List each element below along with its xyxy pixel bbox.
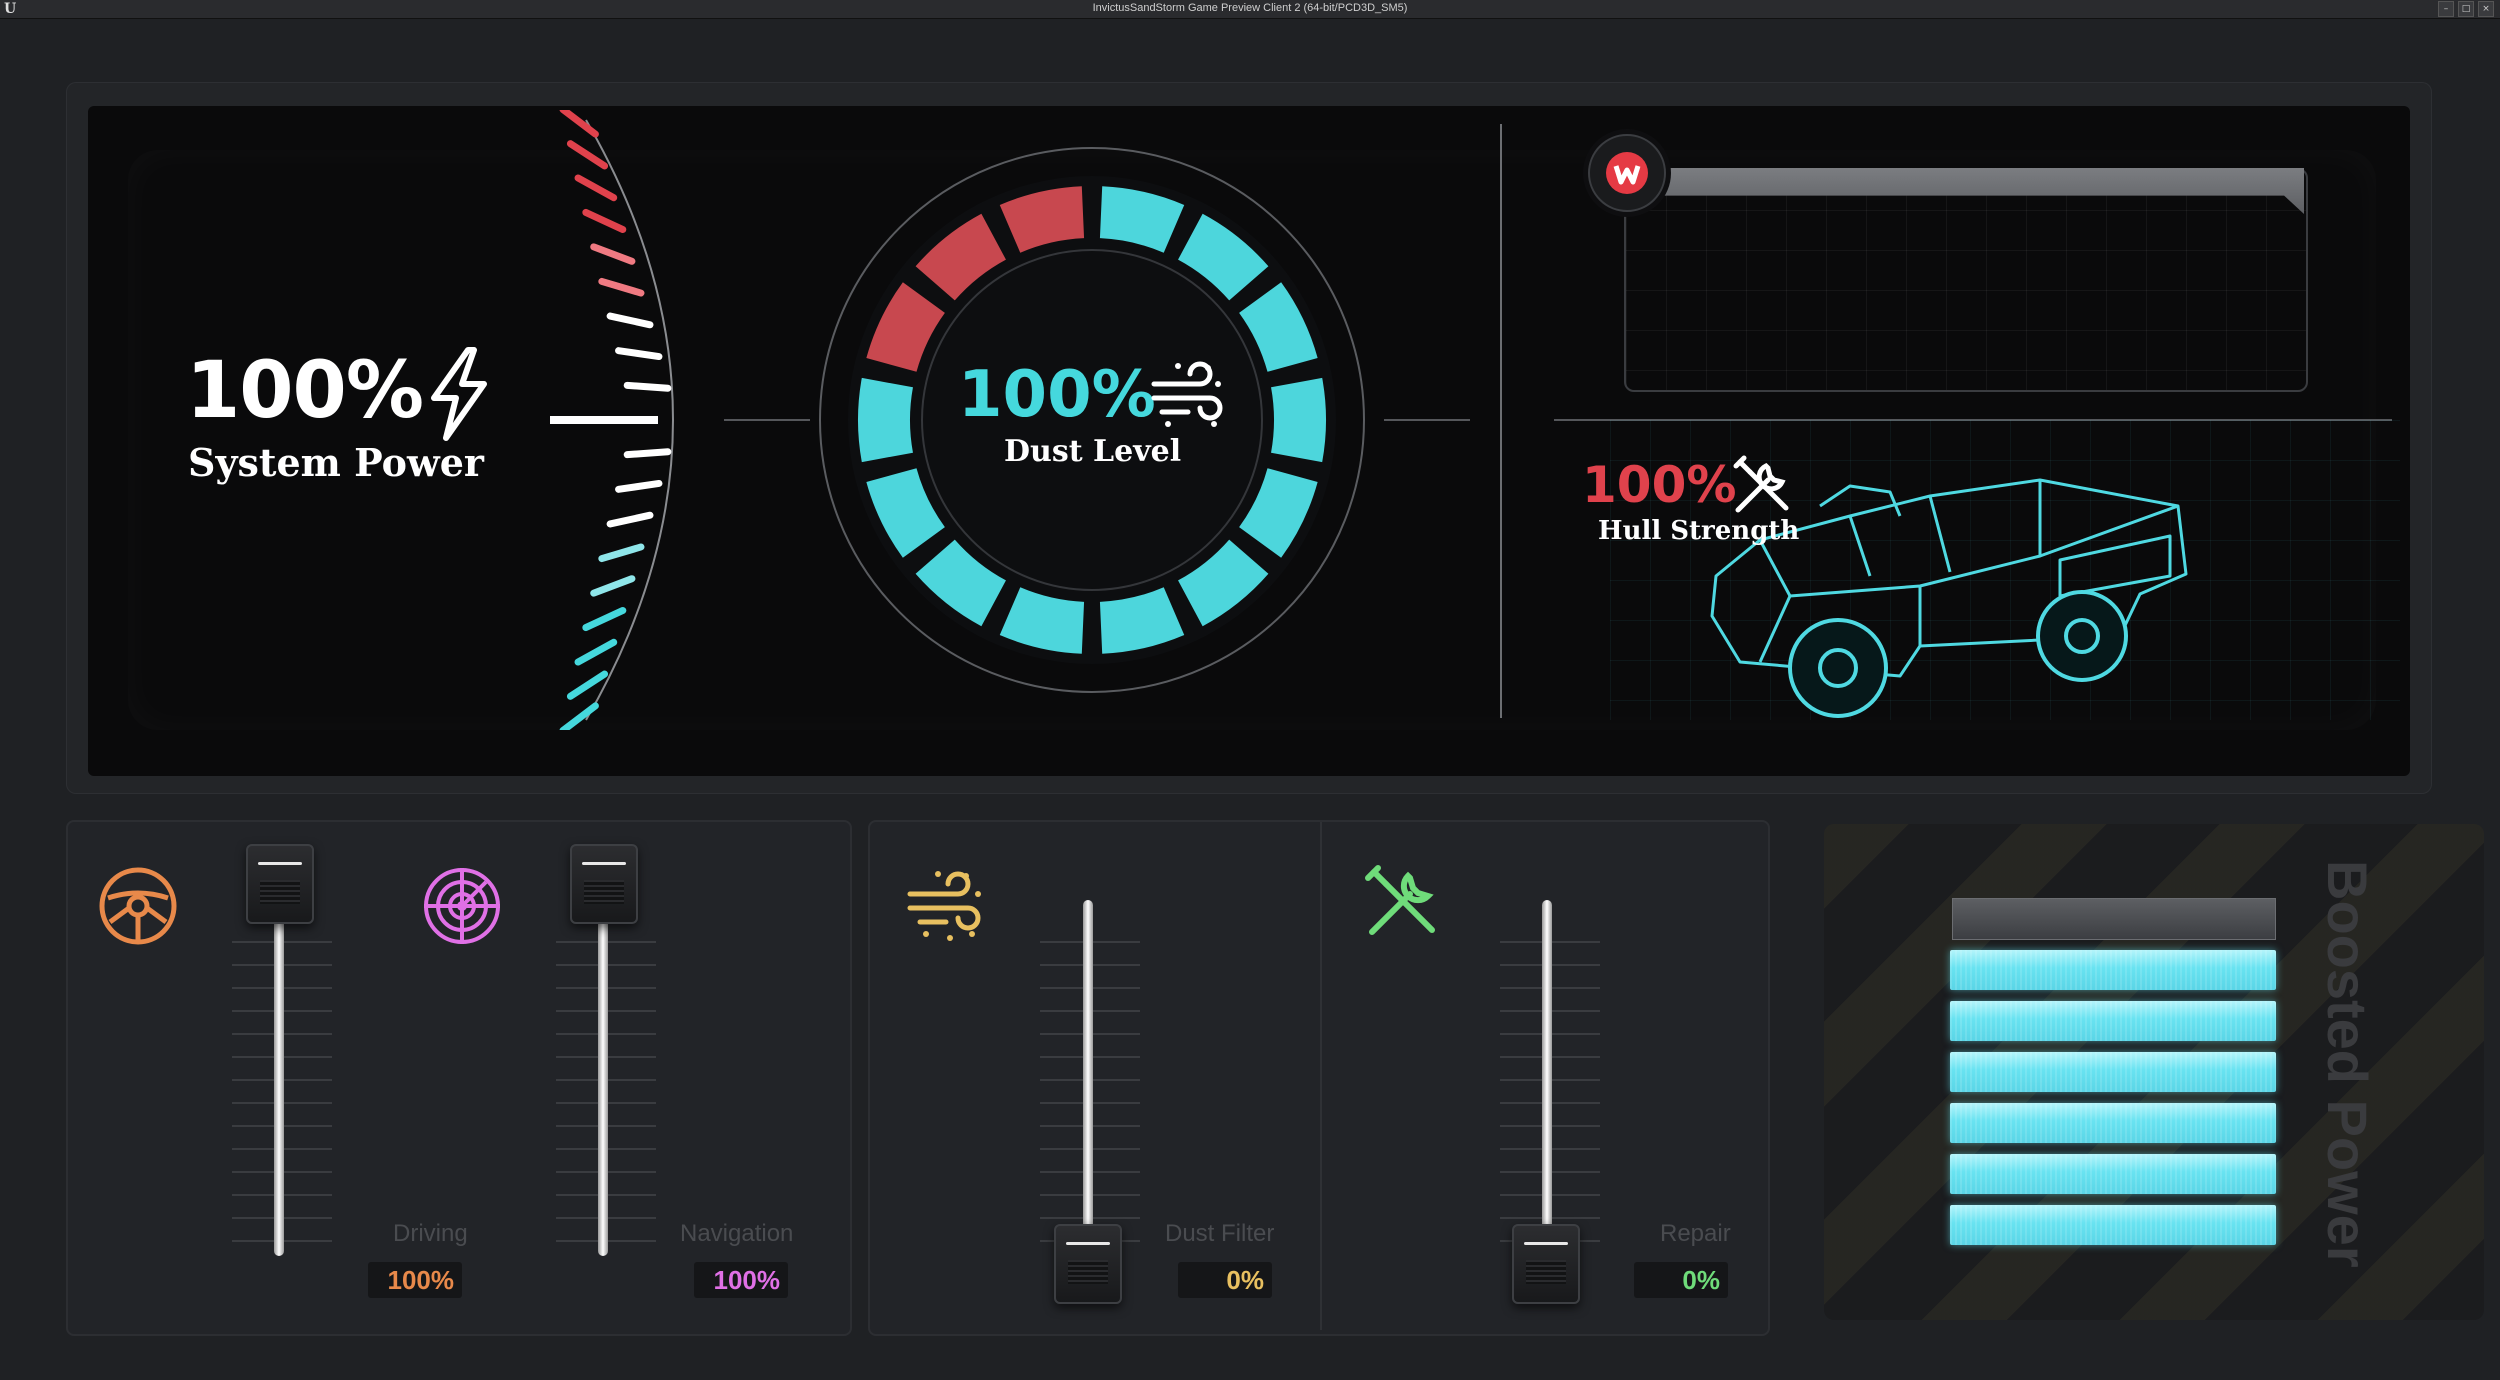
wrench-screwdriver-icon — [1730, 454, 1794, 522]
wind-dust-icon — [904, 860, 988, 948]
driving-value: 100% — [368, 1262, 462, 1298]
gauge-tick — [623, 448, 672, 459]
divider-vertical — [1500, 124, 1502, 718]
gauge-tick — [566, 670, 609, 700]
gauge-tick — [574, 638, 618, 666]
driving-label: Driving — [393, 1220, 468, 1247]
gauge-tick — [615, 347, 663, 361]
system-power-value: 100% — [186, 346, 424, 436]
gauge-tick — [574, 174, 618, 202]
dust-ring-segment — [858, 377, 913, 463]
gauge-tick — [606, 511, 654, 528]
navigation-label: Navigation — [680, 1220, 794, 1247]
brand-w-logo-icon — [1606, 152, 1648, 194]
system-power-label: System Power — [188, 440, 484, 485]
lightning-bolt-icon — [424, 346, 494, 446]
hull-strength-value: 100% — [1582, 456, 1737, 514]
maximize-button[interactable]: □ — [2458, 1, 2474, 17]
dust-filter-value: 0% — [1178, 1262, 1272, 1298]
driving-knob[interactable] — [246, 844, 314, 924]
window-titlebar: U InvictusSandStorm Game Preview Client … — [0, 0, 2500, 19]
divider-left — [724, 419, 810, 421]
system-power-gauge — [550, 110, 674, 730]
navigation-track — [598, 900, 608, 1256]
navigation-knob[interactable] — [570, 844, 638, 924]
boost-segment-empty — [1952, 898, 2276, 940]
boost-segment-filled — [1950, 1001, 2276, 1041]
gauge-tick — [559, 702, 599, 730]
repair-value: 0% — [1634, 1262, 1728, 1298]
window-title: InvictusSandStorm Game Preview Client 2 … — [1092, 2, 1408, 14]
boost-segment-filled — [1950, 1154, 2276, 1194]
boost-segment-filled — [1950, 1052, 2276, 1092]
boosted-power-title: Boosted Power — [2316, 860, 2379, 1268]
dust-filter-track — [1083, 900, 1093, 1256]
gauge-tick — [590, 575, 636, 597]
info-screen — [1624, 168, 2308, 392]
navigation-value: 100% — [694, 1262, 788, 1298]
dust-level-label: Dust Level — [1004, 434, 1182, 469]
repair-label: Repair — [1660, 1220, 1731, 1247]
slider-panel-middle — [868, 820, 1770, 1336]
gauge-tick — [582, 208, 627, 234]
minimize-button[interactable]: – — [2438, 1, 2454, 17]
repair-knob[interactable] — [1512, 1224, 1580, 1304]
gauge-tick — [598, 543, 645, 563]
gauge-tick — [623, 381, 672, 392]
gauge-tick — [582, 606, 627, 632]
dust-filter-knob[interactable] — [1054, 1224, 1122, 1304]
slider-panel-separator — [1320, 822, 1322, 1330]
dust-level-value: 100% — [958, 358, 1156, 432]
wrench-screwdriver-icon — [1362, 862, 1442, 946]
driving-track — [274, 900, 284, 1256]
window-controls: – □ × — [2438, 1, 2494, 17]
wind-dust-icon — [1148, 354, 1228, 438]
divider-mid — [1384, 419, 1470, 421]
boost-segment-filled — [1950, 1103, 2276, 1143]
gauge-tick — [606, 312, 654, 329]
gauge-tick — [598, 277, 645, 297]
gauge-tick — [559, 110, 599, 138]
boost-segment-filled — [1950, 1205, 2276, 1245]
gauge-tick — [590, 243, 636, 265]
hull-strength-label: Hull Strength — [1598, 516, 1800, 546]
gauge-tick — [615, 479, 663, 493]
dust-ring-segment — [1271, 377, 1326, 463]
repair-track — [1542, 900, 1552, 1256]
radar-icon — [420, 864, 504, 952]
close-button[interactable]: × — [2478, 1, 2494, 17]
boost-segment-filled — [1950, 950, 2276, 990]
gauge-tick — [566, 140, 609, 170]
dust-filter-label: Dust Filter — [1165, 1220, 1275, 1247]
steering-wheel-icon — [96, 864, 180, 952]
brand-badge — [1588, 134, 1666, 212]
